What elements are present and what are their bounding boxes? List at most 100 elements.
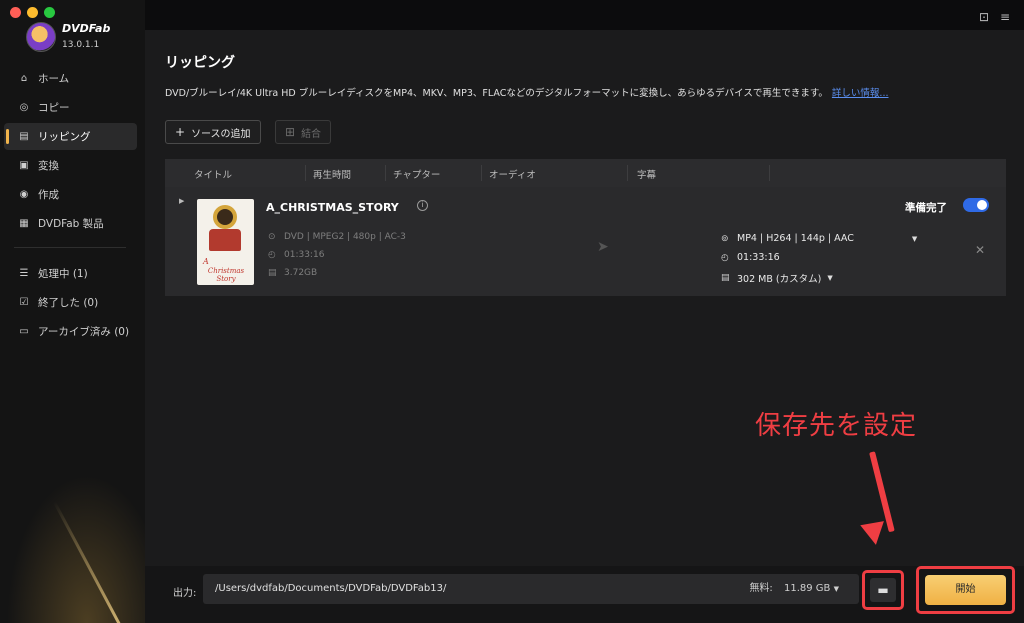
sidebar-glow [0, 463, 145, 623]
ripper-icon: ▤ [19, 130, 29, 142]
sidebar-item-copy[interactable]: ◎ コピー [4, 94, 137, 121]
app-brand: DVDFab [62, 22, 111, 35]
output-path-field[interactable]: /Users/dvdfab/Documents/DVDFab/DVDFab13/… [203, 574, 859, 604]
column-subtitles: 字幕 [637, 170, 657, 181]
sidebar-item-label: アーカイブ済み (0) [38, 326, 130, 338]
file-size-icon: ▤ [721, 273, 730, 283]
sidebar-item-archived[interactable]: ▭ アーカイブ済み (0) [4, 318, 137, 345]
sidebar-item-label: 変換 [38, 160, 59, 172]
convert-arrow-icon: ➤ [597, 239, 609, 255]
chevron-down-icon[interactable]: ▼ [827, 274, 832, 282]
page-title: リッピング [165, 55, 235, 71]
more-info-link[interactable]: 詳しい情報... [832, 88, 889, 99]
processing-icon: ☰ [19, 267, 29, 279]
close-icon[interactable]: ✕ [975, 243, 985, 257]
disc-icon: ⊙ [268, 232, 276, 242]
creator-icon: ◉ [19, 188, 29, 200]
output-label: 出力: [173, 588, 197, 599]
free-space-label: 無料: [749, 583, 773, 594]
profile-icon: ⊚ [721, 233, 729, 244]
thumbnail-text-a: A [203, 257, 209, 266]
thumbnail-text-title: Christmas Story [207, 267, 245, 283]
status-text: 準備完了 [905, 202, 947, 214]
output-profile[interactable]: ⊚ MP4 | H264 | 144p | AAC ▼ [721, 233, 917, 244]
source-format: ⊙ DVD | MPEG2 | 480p | AC-3 [268, 232, 406, 242]
window-zoom-button[interactable] [44, 7, 55, 18]
main-panel: リッピング DVD/ブルーレイ/4K Ultra HD ブルーレイディスクをMP… [145, 30, 1024, 623]
output-duration: ◴ 01:33:16 [721, 252, 780, 263]
file-size-icon: ▤ [268, 268, 277, 278]
thumbnail-figure [209, 229, 241, 251]
output-path-text: /Users/dvdfab/Documents/DVDFab/DVDFab13/ [215, 583, 447, 594]
annotation-arrow-head [860, 521, 888, 547]
sidebar-item-label: リッピング [38, 131, 91, 143]
sidebar-item-products[interactable]: ▦ DVDFab 製品 [4, 210, 137, 237]
table-header: タイトル 再生時間 チャプター オーディオ 字幕 [165, 159, 1006, 187]
window-close-button[interactable] [10, 7, 21, 18]
source-duration: ◴ 01:33:16 [268, 250, 324, 260]
sidebar-item-creator[interactable]: ◉ 作成 [4, 181, 137, 208]
copy-icon: ◎ [19, 101, 29, 113]
sidebar-item-processing[interactable]: ☰ 処理中 (1) [4, 260, 137, 287]
output-duration-text: 01:33:16 [737, 252, 780, 263]
sidebar-item-label: DVDFab 製品 [38, 218, 104, 230]
source-duration-text: 01:33:16 [284, 250, 325, 260]
column-separator [481, 165, 482, 181]
source-size: ▤ 3.72GB [268, 268, 317, 278]
chevron-down-icon[interactable]: ▼ [912, 235, 917, 243]
info-icon[interactable]: i [417, 200, 428, 211]
add-source-button[interactable]: + ソースの追加 [165, 120, 261, 144]
output-size-text: 302 MB (カスタム) [737, 274, 822, 285]
home-icon: ⌂ [20, 72, 28, 84]
sidebar-item-label: コピー [38, 102, 70, 114]
archive-icon: ▭ [19, 325, 29, 337]
column-separator [385, 165, 386, 181]
clock-icon: ◴ [721, 252, 729, 263]
app-logo-icon [26, 22, 56, 52]
column-title: タイトル [194, 170, 233, 181]
merge-icon: ⊞ [285, 125, 296, 139]
expand-arrow-icon[interactable]: ▶ [179, 197, 184, 205]
page-description: DVD/ブルーレイ/4K Ultra HD ブルーレイディスクをMP4、MKV、… [165, 85, 888, 99]
add-source-label: ソースの追加 [191, 128, 251, 140]
description-text: DVD/ブルーレイ/4K Ultra HD ブルーレイディスクをMP4、MKV、… [165, 88, 828, 99]
sidebar-item-finished[interactable]: ☑ 終了した (0) [4, 289, 137, 316]
chevron-down-icon[interactable]: ▼ [834, 585, 839, 593]
free-space-value: 11.89 GB [784, 583, 831, 594]
sidebar-item-label: 処理中 (1) [38, 268, 88, 280]
output-format-text: MP4 | H264 | 144p | AAC [737, 233, 854, 244]
free-space[interactable]: 無料: 11.89 GB ▼ [749, 574, 839, 604]
start-button[interactable]: 開始 [925, 575, 1006, 605]
clock-icon: ◴ [268, 250, 276, 260]
movie-thumbnail: A Christmas Story [197, 199, 254, 285]
converter-icon: ▣ [19, 159, 29, 171]
column-duration: 再生時間 [313, 170, 352, 181]
sidebar-item-label: ホーム [38, 73, 70, 85]
source-size-text: 3.72GB [284, 268, 318, 278]
finished-icon: ☑ [19, 296, 29, 308]
sidebar-item-label: 作成 [38, 189, 59, 201]
thumbnail-wreath [213, 205, 237, 229]
output-size[interactable]: ▤ 302 MB (カスタム) ▼ [721, 271, 833, 285]
column-separator [627, 165, 628, 181]
annotation-label: 保存先を設定 [755, 411, 918, 441]
source-format-text: DVD | MPEG2 | 480p | AC-3 [284, 232, 406, 242]
app-version: 13.0.1.1 [62, 40, 100, 50]
column-audio: オーディオ [489, 170, 536, 181]
sidebar-item-home[interactable]: ⌂ ホーム [4, 65, 137, 92]
window-minimize-button[interactable] [27, 7, 38, 18]
skin-icon[interactable]: ⊡ [979, 10, 989, 24]
column-separator [769, 165, 770, 181]
merge-label: 結合 [301, 128, 322, 140]
column-separator [305, 165, 306, 181]
merge-button[interactable]: ⊞ 結合 [275, 120, 332, 144]
task-title: A_CHRISTMAS_STORY [266, 201, 399, 214]
sidebar-item-ripper[interactable]: ▤ リッピング [4, 123, 137, 150]
products-icon: ▦ [19, 217, 29, 229]
folder-icon[interactable]: ▬ [870, 578, 896, 602]
menu-icon[interactable]: ≡ [1000, 10, 1010, 24]
task-enable-toggle[interactable] [963, 198, 989, 212]
task-row[interactable]: ▶ A Christmas Story A_CHRISTMAS_STORY i … [165, 187, 1006, 296]
sidebar-item-converter[interactable]: ▣ 変換 [4, 152, 137, 179]
bottom-bar: 出力: /Users/dvdfab/Documents/DVDFab/DVDFa… [145, 566, 1024, 623]
